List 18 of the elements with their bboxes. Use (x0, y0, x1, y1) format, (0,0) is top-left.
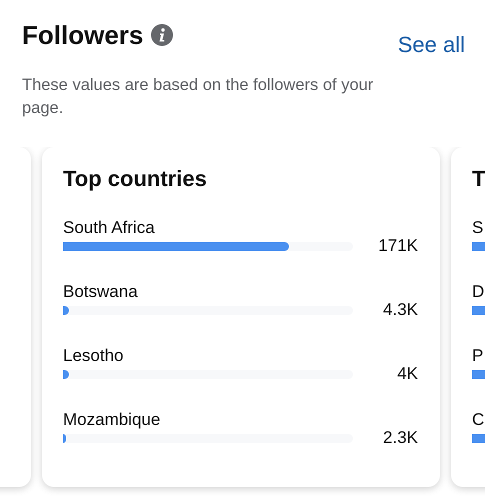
section-title: Followers (22, 19, 144, 52)
country-name: C (472, 409, 484, 431)
follower-count: 171K (378, 235, 418, 257)
follower-count: 2.3K (383, 427, 418, 449)
country-name: P (472, 345, 484, 367)
see-all-link[interactable]: See all (398, 28, 465, 61)
info-icon[interactable] (151, 24, 174, 46)
country-name: D (472, 281, 484, 303)
follower-count: 4.3K (383, 299, 418, 321)
card-title: Top countries (63, 165, 207, 193)
country-name: South Africa (63, 217, 155, 239)
country-name: Lesotho (63, 345, 124, 367)
country-name: S (472, 217, 484, 239)
country-name: Botswana (63, 281, 138, 303)
description: These values are based on the followers of your page. (22, 75, 374, 119)
country-name: Mozambique (63, 409, 160, 431)
card-title: T (472, 165, 485, 193)
follower-count: 4K (397, 363, 418, 385)
